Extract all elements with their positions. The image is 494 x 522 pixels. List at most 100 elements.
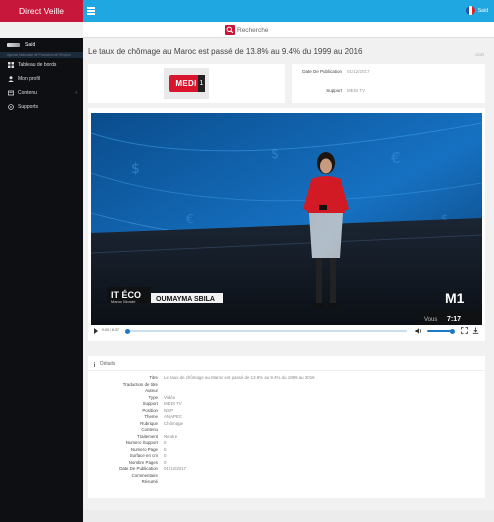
details-label: Numero Support xyxy=(125,440,158,445)
chevron-left-icon: ‹ xyxy=(75,90,77,96)
page-footer xyxy=(83,510,494,522)
user-icon xyxy=(8,76,14,82)
svg-text:€: € xyxy=(186,212,194,226)
article-code: CCR xyxy=(475,52,484,57)
fullscreen-icon[interactable] xyxy=(461,327,468,334)
sidebar-user[interactable]: Saïd xyxy=(0,38,83,52)
user-menu[interactable]: Saïd xyxy=(465,6,488,15)
meta-label: Date De Publication xyxy=(302,69,342,74)
brand-logo[interactable]: Direct Veille xyxy=(0,0,83,22)
details-header: Détails xyxy=(92,361,115,367)
meta-label: Support xyxy=(326,88,342,93)
video-still: $ € $ € $ IT ÉCO Maroc Monde OUMAYMA SBI… xyxy=(91,113,482,325)
volume-handle[interactable] xyxy=(450,328,455,334)
top-bar: Saïd xyxy=(83,0,494,22)
hamburger-icon[interactable] xyxy=(87,7,95,15)
search-icon xyxy=(226,26,234,34)
volume-icon[interactable] xyxy=(415,327,423,335)
details-row: Date De Publication 01/12/2017 xyxy=(88,466,485,472)
details-row: Titre Le taux de chômage au Maroc est pas… xyxy=(88,375,485,381)
channel-watermark: M1 xyxy=(445,290,465,306)
progress-handle[interactable] xyxy=(125,328,130,334)
sidebar: Saïd Agence Nationale de Promotion de l'… xyxy=(0,38,83,522)
details-value: 0 xyxy=(164,446,167,452)
details-row: Numero Page 0 xyxy=(88,447,485,453)
flag-icon xyxy=(465,6,475,15)
supports-icon xyxy=(8,104,14,110)
sidebar-item-content[interactable]: Contenu ‹ xyxy=(0,86,83,100)
details-label: Date De Publication xyxy=(119,466,158,471)
details-value: Neutre xyxy=(164,433,178,439)
video-clock-time: 7:17 xyxy=(447,316,461,323)
details-row: Numero Support 0 xyxy=(88,440,485,446)
play-icon[interactable] xyxy=(94,328,98,334)
details-row: Position NSP xyxy=(88,408,485,414)
details-row: Auteur xyxy=(88,388,485,394)
details-row: Nombre Pages 0 xyxy=(88,460,485,466)
details-label: Type xyxy=(148,394,158,400)
sidebar-item-profile[interactable]: Mon profil xyxy=(0,72,83,86)
dashboard-icon xyxy=(8,62,14,68)
download-icon[interactable] xyxy=(472,327,479,334)
volume-slider[interactable] xyxy=(427,328,455,334)
meta-value: MEDI TV xyxy=(347,88,366,93)
details-label: Surface en cm xyxy=(129,453,158,458)
details-row: Traitement Neutre xyxy=(88,434,485,440)
progress-bar[interactable] xyxy=(125,328,407,334)
video-controls: 0:00 / 6:37 xyxy=(91,325,482,337)
search-input[interactable] xyxy=(237,25,317,35)
sidebar-user-name: Saïd xyxy=(25,42,36,48)
video-clock-label: Vous xyxy=(424,317,437,323)
details-label: Résumé xyxy=(141,479,158,484)
details-label: Titre xyxy=(149,375,158,380)
details-row: Theme ANAPEC xyxy=(88,414,485,420)
details-value: NSP xyxy=(164,407,174,413)
sidebar-item-dashboard[interactable]: Tableau de bords xyxy=(0,58,83,72)
sidebar-item-label: Contenu xyxy=(18,90,37,96)
video-panel: $ € $ € $ IT ÉCO Maroc Monde OUMAYMA SBI… xyxy=(88,108,485,341)
details-label: Auteur xyxy=(145,388,158,393)
details-value: MEDI TV xyxy=(164,401,182,406)
source-logo-panel: MEDI 1 xyxy=(88,64,285,103)
video-caption-sub: Maroc Monde xyxy=(111,299,136,304)
video-frame[interactable]: $ € $ € $ IT ÉCO Maroc Monde OUMAYMA SBI… xyxy=(91,113,482,325)
details-label: Traduction de titre xyxy=(122,381,158,387)
medi1-logo: MEDI 1 xyxy=(164,68,209,99)
details-value: Le taux de chômage au Maroc est passé de… xyxy=(164,375,315,380)
details-row: Support MEDI TV xyxy=(88,401,485,407)
sidebar-item-supports[interactable]: Supports xyxy=(0,100,83,114)
details-row: Surface en cm 0 xyxy=(88,453,485,459)
details-label: Theme xyxy=(144,414,158,419)
details-value: ANAPEC xyxy=(164,414,183,419)
svg-text:€: € xyxy=(391,149,401,167)
logo-text: MEDI xyxy=(175,79,197,88)
details-label: Numero Page xyxy=(130,446,158,452)
details-label: Contenu xyxy=(141,427,158,432)
details-row: Commentaire xyxy=(88,473,485,479)
details-label: Nombre Pages xyxy=(128,459,158,465)
avatar xyxy=(7,43,20,47)
sidebar-item-label: Mon profil xyxy=(18,76,40,82)
details-value: 0 xyxy=(164,453,167,458)
details-value: Vidéo xyxy=(164,394,176,400)
svg-text:$: $ xyxy=(271,147,279,162)
divider xyxy=(88,370,485,371)
details-value: 01/12/2017 xyxy=(164,466,186,471)
video-time: 0:00 / 6:37 xyxy=(102,328,119,332)
sidebar-item-label: Supports xyxy=(18,104,39,110)
details-value: 0 xyxy=(164,440,167,445)
details-row: Contenu xyxy=(88,427,485,433)
details-label: Commentaire xyxy=(131,472,158,478)
meta-value: 01/12/2017 xyxy=(347,69,370,74)
details-value: Chômage xyxy=(164,420,184,426)
sidebar-item-label: Tableau de bords xyxy=(18,62,57,68)
details-row: Résumé xyxy=(88,479,485,485)
search-bar xyxy=(83,22,494,38)
details-label: Support xyxy=(142,401,158,406)
content-icon xyxy=(8,90,14,96)
video-presenter-name: OUMAYMA SBILA xyxy=(156,296,215,303)
logo-number: 1 xyxy=(198,75,205,92)
search-button[interactable] xyxy=(225,25,235,35)
details-label: Rubrique xyxy=(140,420,158,426)
details-row: Rubrique Chômage xyxy=(88,421,485,427)
